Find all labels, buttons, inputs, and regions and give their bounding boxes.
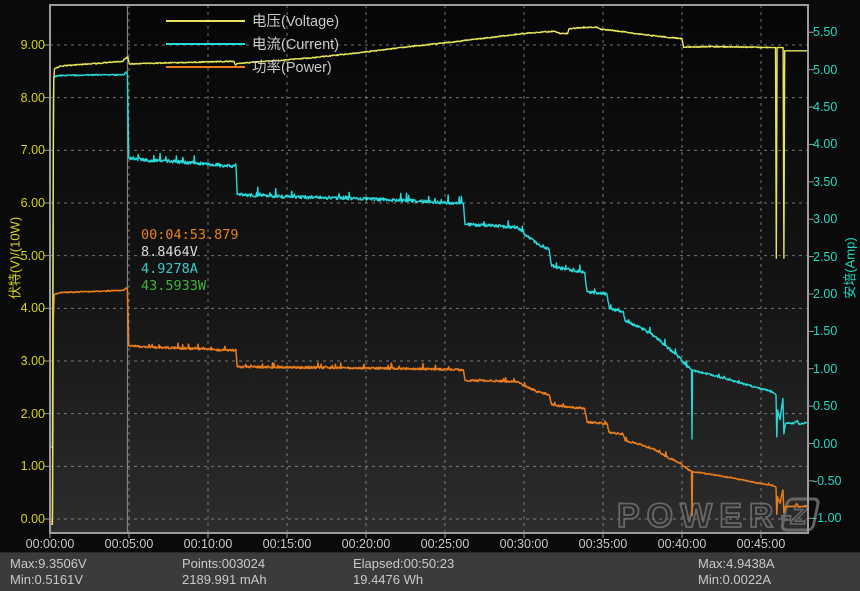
x-tick-label: 00:15:00 (262, 537, 312, 551)
legend-label-voltage: 电压(Voltage) (252, 14, 340, 30)
y-tick-label: 8.00 (20, 90, 45, 105)
voltage-line-swatch (166, 19, 245, 22)
y-tick-label: 0.00 (813, 436, 838, 451)
y-tick-label: 1.00 (20, 459, 45, 474)
x-tick-label: 00:30:00 (499, 537, 549, 551)
status-max-current: Max:4.9438A (698, 556, 775, 571)
status-capacity: 2189.991 mAh (182, 572, 267, 587)
cursor-annotation: 00:04:53.879 8.8464V 4.9278A 43.5933W (141, 227, 239, 295)
x-tick-label: 00:05:00 (104, 537, 154, 551)
powerz-watermark: POWER-Z (616, 496, 820, 536)
current-line-swatch (166, 42, 245, 45)
cursor-power: 43.5933W (141, 278, 207, 294)
x-tick-label: 00:10:00 (183, 537, 233, 551)
y-tick-label: 5.00 (20, 248, 45, 263)
y-tick-label: 0.50 (813, 399, 838, 414)
x-tick-label: 00:35:00 (578, 537, 628, 551)
y-tick-label: 4.00 (20, 301, 45, 316)
legend-label-power: 功率(Power) (252, 60, 332, 76)
legend-item-voltage[interactable]: 电压(Voltage) (166, 9, 339, 32)
cursor-time: 00:04:53.879 (141, 227, 239, 243)
y-tick-label: 2.00 (20, 406, 45, 421)
y-tick-label: 0.00 (20, 512, 45, 526)
y-tick-label: 1.00 (813, 361, 838, 376)
y-tick-label: -0.50 (813, 473, 842, 488)
y-tick-label: 5.00 (813, 62, 838, 77)
powerz-chart-app: POWER- Z 电压(Voltage) 电流(Current) 功率(Power… (0, 0, 860, 591)
y-tick-label: 7.00 (20, 143, 45, 158)
cursor-current: 4.9278A (141, 261, 198, 277)
y-tick-label: 2.00 (813, 286, 838, 301)
status-max-voltage: Max:9.3506V (10, 556, 87, 571)
x-tick-label: 00:25:00 (420, 537, 470, 551)
y-tick-label: 5.50 (813, 25, 838, 40)
legend-label-current: 电流(Current) (252, 37, 340, 53)
y-tick-label: 1.50 (813, 324, 838, 339)
y-tick-label: 3.00 (813, 212, 838, 227)
svg-text:POWER-: POWER- (617, 497, 799, 535)
status-elapsed: Elapsed:00:50:23 (353, 556, 455, 571)
status-min-voltage: Min:0.5161V (10, 572, 83, 587)
y-tick-label: 4.50 (813, 100, 838, 115)
legend-item-power[interactable]: 功率(Power) (166, 55, 339, 78)
y-tick-label: 9.00 (20, 37, 45, 52)
y-tick-label: 6.00 (20, 195, 45, 210)
y-tick-label: -1.00 (813, 511, 842, 526)
x-tick-label: 00:45:00 (736, 537, 786, 551)
y-tick-label: 3.00 (20, 354, 45, 368)
y-tick-label: 3.50 (813, 174, 838, 189)
legend: 电压(Voltage) 电流(Current) 功率(Power) (166, 9, 339, 78)
chart-canvas[interactable]: POWER-Z (0, 0, 860, 591)
y-tick-label: 4.00 (813, 137, 838, 152)
x-tick-label: 00:00:00 (25, 537, 75, 551)
y-tick-label: 2.50 (813, 249, 838, 264)
cursor-voltage: 8.8464V (141, 244, 198, 260)
power-line-swatch (166, 65, 245, 68)
status-points: Points:003024 (182, 556, 266, 571)
status-min-current: Min:0.0022A (698, 572, 771, 587)
x-tick-label: 00:20:00 (341, 537, 391, 551)
x-tick-label: 00:40:00 (657, 537, 707, 551)
status-energy: 19.4476 Wh (353, 572, 424, 587)
legend-item-current[interactable]: 电流(Current) (166, 32, 339, 55)
status-bar: Max:9.3506V Min:0.5161V Points:003024 21… (0, 552, 860, 591)
